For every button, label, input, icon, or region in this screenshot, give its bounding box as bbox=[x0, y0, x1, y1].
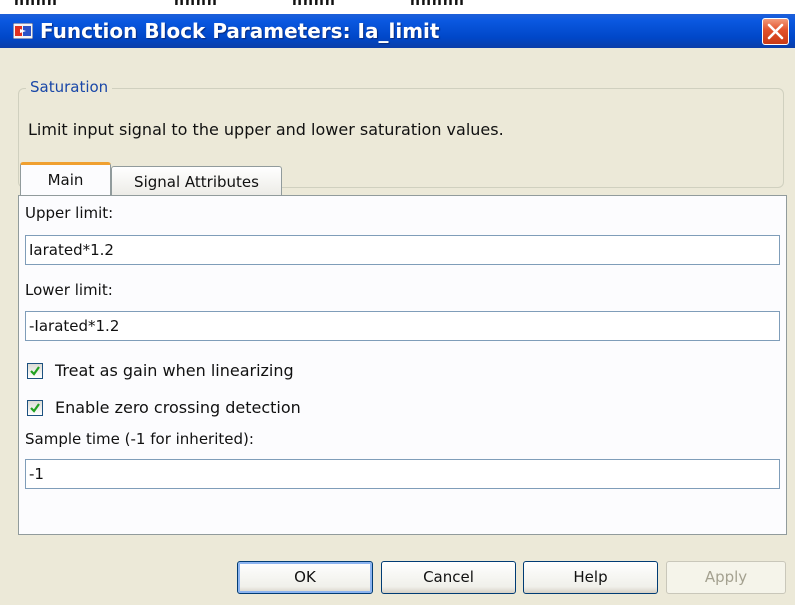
treat-as-gain-checkbox[interactable] bbox=[27, 363, 43, 379]
function-block-parameters-dialog: Function Block Parameters: Ia_limit Satu… bbox=[0, 14, 795, 605]
zero-crossing-checkbox[interactable] bbox=[27, 400, 43, 416]
upper-limit-label: Upper limit: bbox=[25, 204, 114, 222]
title-bar[interactable]: Function Block Parameters: Ia_limit bbox=[0, 14, 795, 48]
sliver-text-fragment: nnnn bbox=[292, 0, 336, 9]
sliver-text-fragment: nnnn bbox=[174, 0, 218, 9]
window-title: Function Block Parameters: Ia_limit bbox=[40, 19, 440, 43]
simulink-block-icon bbox=[12, 22, 34, 40]
block-type-legend: Saturation bbox=[26, 78, 113, 96]
tab-label: Main bbox=[47, 171, 84, 189]
lower-limit-input[interactable]: -Iarated*1.2 bbox=[25, 311, 780, 341]
tab-label: Signal Attributes bbox=[134, 173, 259, 191]
sample-time-label: Sample time (-1 for inherited): bbox=[25, 430, 254, 448]
apply-button[interactable]: Apply bbox=[666, 561, 786, 594]
dialog-content: Saturation Limit input signal to the upp… bbox=[6, 48, 789, 605]
background-window-sliver: nnnn nnnn nnnn nnnnn bbox=[0, 0, 795, 14]
help-button[interactable]: Help bbox=[523, 561, 658, 594]
ok-button[interactable]: OK bbox=[237, 561, 373, 594]
tab-signal-attributes[interactable]: Signal Attributes bbox=[111, 166, 282, 196]
sliver-text-fragment: nnnn bbox=[14, 0, 58, 9]
lower-limit-label: Lower limit: bbox=[25, 281, 113, 299]
block-description: Limit input signal to the upper and lowe… bbox=[28, 120, 504, 139]
close-button[interactable] bbox=[762, 18, 789, 45]
tab-panel-main: Upper limit: Iarated*1.2 Lower limit: -I… bbox=[18, 195, 787, 535]
zero-crossing-label[interactable]: Enable zero crossing detection bbox=[55, 398, 301, 417]
treat-as-gain-label[interactable]: Treat as gain when linearizing bbox=[55, 361, 294, 380]
sample-time-input[interactable]: -1 bbox=[25, 459, 780, 489]
upper-limit-input[interactable]: Iarated*1.2 bbox=[25, 235, 780, 265]
sliver-text-fragment: nnnnn bbox=[410, 0, 465, 9]
cancel-button[interactable]: Cancel bbox=[381, 561, 516, 594]
tab-main[interactable]: Main bbox=[20, 162, 111, 196]
